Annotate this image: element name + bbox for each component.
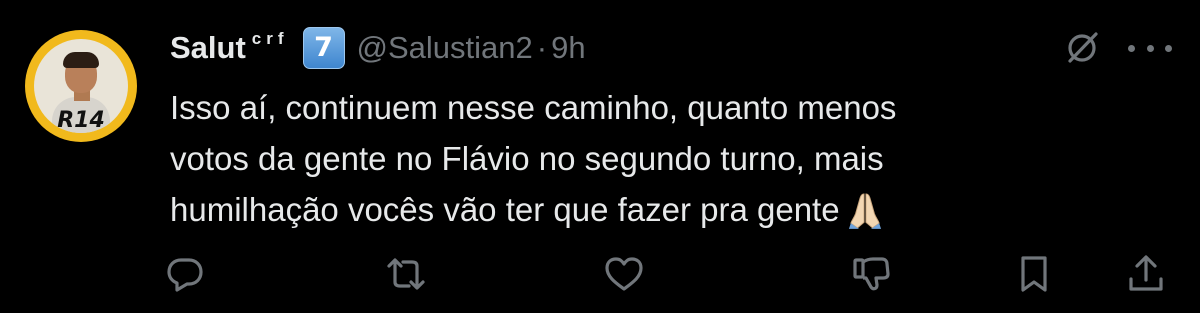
avatar-hair (63, 52, 99, 68)
reply-icon[interactable] (163, 252, 207, 296)
tweet-line-with-emoji: humilhação vocês vão ter que fazer pra g… (170, 184, 1170, 243)
avatar-logo-text: R14 (57, 108, 105, 133)
no-grok-icon[interactable] (1062, 28, 1102, 68)
more-icon[interactable] (1128, 34, 1172, 62)
user-handle[interactable]: @Salustian2 (357, 30, 533, 66)
tweet-line: Isso aí, continuem nesse caminho, quanto… (170, 89, 897, 126)
more-dot (1146, 44, 1154, 52)
action-bar (0, 252, 1200, 304)
tweet-line: humilhação vocês vão ter que fazer pra g… (170, 191, 840, 228)
share-icon[interactable] (1124, 252, 1168, 296)
name-superscript: crf (251, 29, 289, 48)
timestamp[interactable]: 9h (551, 30, 585, 66)
tweet-line: votos da gente no Flávio no segundo turn… (170, 140, 884, 177)
tweet-text: Isso aí, continuem nesse caminho, quanto… (170, 82, 1170, 243)
separator-dot: · (536, 30, 548, 65)
display-name[interactable]: Salut (170, 30, 246, 66)
number-badge: 7 (302, 27, 345, 69)
dislike-icon[interactable] (850, 252, 894, 296)
avatar[interactable]: R14 (25, 30, 137, 142)
bookmark-icon[interactable] (1012, 252, 1056, 296)
more-dot (1165, 44, 1172, 52)
like-icon[interactable] (602, 252, 646, 296)
more-dot (1128, 44, 1135, 52)
retweet-icon[interactable] (384, 252, 428, 296)
folded-hands-icon (848, 191, 882, 243)
tweet-header: Salut crf 7 @Salustian2 · 9h (170, 26, 586, 70)
